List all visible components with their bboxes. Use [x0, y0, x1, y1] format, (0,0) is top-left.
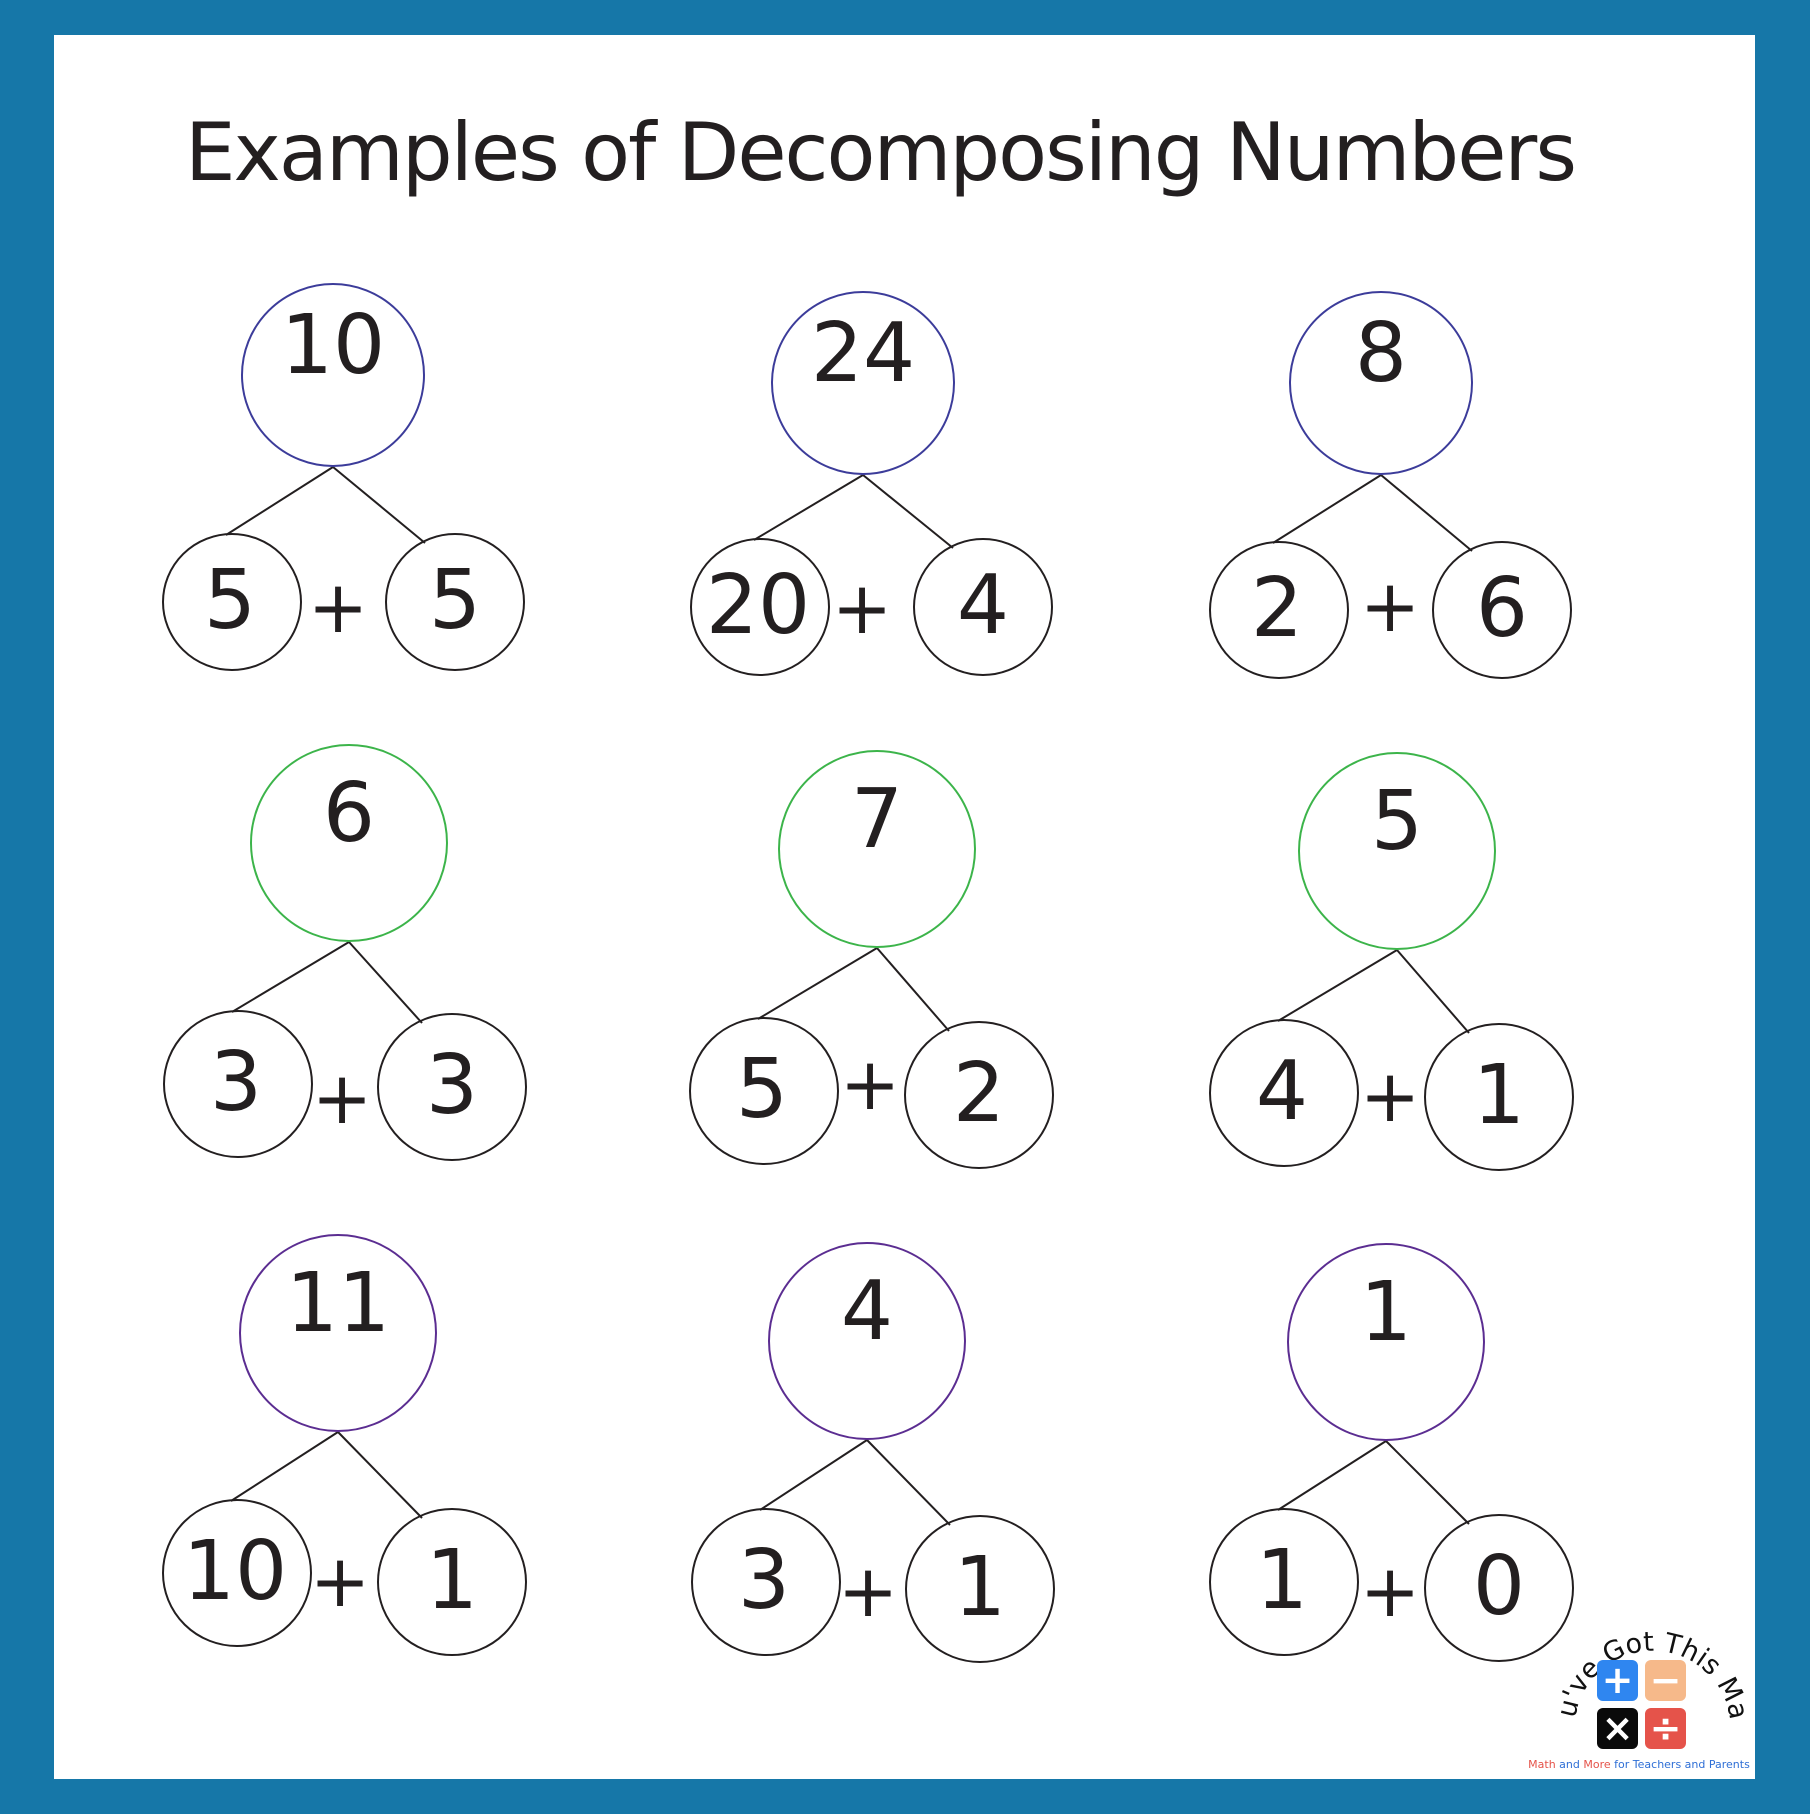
- part-value-left: 10: [183, 1524, 287, 1619]
- plus-sign: +: [312, 1056, 372, 1140]
- tagline-segment: Math: [1528, 1758, 1556, 1771]
- minus-icon: −: [1650, 1658, 1682, 1702]
- number-bond: 10 5 5 +: [162, 283, 525, 671]
- number-bond: 24 20 4 +: [690, 291, 1053, 676]
- whole-value: 1: [1360, 1265, 1412, 1360]
- whole-value: 24: [811, 306, 915, 401]
- whole-value: 11: [286, 1256, 390, 1351]
- plus-icon: +: [1602, 1658, 1634, 1702]
- tagline-segment: and: [1556, 1758, 1584, 1771]
- number-bond-diagram: Examples of Decomposing Numbers 105 5+242…: [0, 0, 1754, 1771]
- logo-tagline: Math and More for Teachers and Parents: [1528, 1758, 1750, 1771]
- branch-line-left: [1272, 474, 1382, 544]
- part-value-right: 1: [426, 1533, 478, 1628]
- number-bond: 4 3 1 +: [691, 1242, 1055, 1663]
- tagline-segment: for Teachers and Parents: [1611, 1758, 1750, 1771]
- divide-icon: ÷: [1650, 1706, 1682, 1750]
- number-bond: 8 2 6 +: [1209, 291, 1572, 679]
- logo-tiles: + −× ÷: [1597, 1658, 1686, 1750]
- branch-line-right: [866, 1439, 951, 1526]
- plus-sign: +: [832, 566, 892, 650]
- plus-sign: +: [840, 1042, 900, 1126]
- part-value-left: 5: [736, 1042, 788, 1137]
- plus-sign: +: [308, 565, 368, 649]
- whole-value: 4: [841, 1264, 893, 1359]
- part-value-right: 1: [954, 1540, 1006, 1635]
- branch-line-right: [1396, 949, 1470, 1034]
- part-value-right: 6: [1476, 561, 1528, 656]
- part-value-right: 4: [957, 558, 1009, 653]
- part-value-right: 0: [1473, 1539, 1525, 1634]
- branch-line-left: [1277, 949, 1398, 1022]
- part-value-right: 5: [429, 553, 481, 648]
- branch-line-right: [348, 941, 423, 1024]
- plus-sign: +: [1360, 564, 1420, 648]
- number-bond: 11 10 1 +: [162, 1234, 527, 1656]
- whole-value: 5: [1371, 774, 1423, 869]
- part-value-right: 3: [426, 1038, 478, 1133]
- part-value-left: 1: [1256, 1533, 1308, 1628]
- branch-line-left: [757, 947, 878, 1020]
- times-icon: ×: [1602, 1706, 1634, 1750]
- tagline-segment: More: [1583, 1758, 1611, 1771]
- branch-line-left: [1277, 1440, 1387, 1511]
- part-value-left: 3: [738, 1533, 790, 1628]
- branch-line-right: [337, 1431, 423, 1519]
- part-value-left: 2: [1251, 561, 1303, 656]
- plus-sign: +: [1360, 1549, 1420, 1633]
- whole-value: 6: [323, 766, 375, 861]
- plus-sign: +: [1360, 1054, 1420, 1138]
- branch-line-right: [1385, 1440, 1470, 1525]
- plus-sign: +: [310, 1539, 370, 1623]
- branch-line-left: [230, 1431, 339, 1502]
- bond-grid: 105 5+2420 4+82 6+63 3+75 2+54 1+1110 1+43 1+11 0…: [162, 283, 1574, 1663]
- number-bond: 5 4 1 +: [1209, 752, 1574, 1171]
- whole-value: 7: [851, 772, 903, 867]
- branch-line-left: [225, 466, 334, 536]
- whole-value: 10: [281, 298, 385, 393]
- part-value-right: 2: [953, 1046, 1005, 1141]
- number-bond: 6 3 3 +: [163, 744, 527, 1161]
- plus-sign: +: [838, 1549, 898, 1633]
- branch-line-left: [753, 474, 864, 541]
- logo-tile-minus: −: [1645, 1658, 1686, 1702]
- branch-line-right: [332, 466, 426, 544]
- number-bond: 1 1 0 +: [1209, 1243, 1574, 1662]
- logo-tile-plus: +: [1597, 1658, 1638, 1702]
- page-title: Examples of Decomposing Numbers: [185, 106, 1575, 199]
- whole-value: 8: [1355, 306, 1407, 401]
- part-value-left: 3: [210, 1035, 262, 1130]
- branch-line-left: [231, 941, 350, 1013]
- branch-line-right: [862, 474, 954, 549]
- part-value-left: 20: [706, 558, 810, 653]
- branch-line-left: [759, 1439, 868, 1511]
- number-bond: 7 5 2 +: [689, 750, 1054, 1169]
- branch-line-right: [876, 947, 950, 1032]
- branch-line-right: [1380, 474, 1473, 552]
- part-value-left: 5: [204, 553, 256, 648]
- logo-tile-divide: ÷: [1645, 1706, 1686, 1750]
- part-value-right: 1: [1473, 1048, 1525, 1143]
- part-value-left: 4: [1256, 1044, 1308, 1139]
- logo-tile-times: ×: [1597, 1706, 1638, 1750]
